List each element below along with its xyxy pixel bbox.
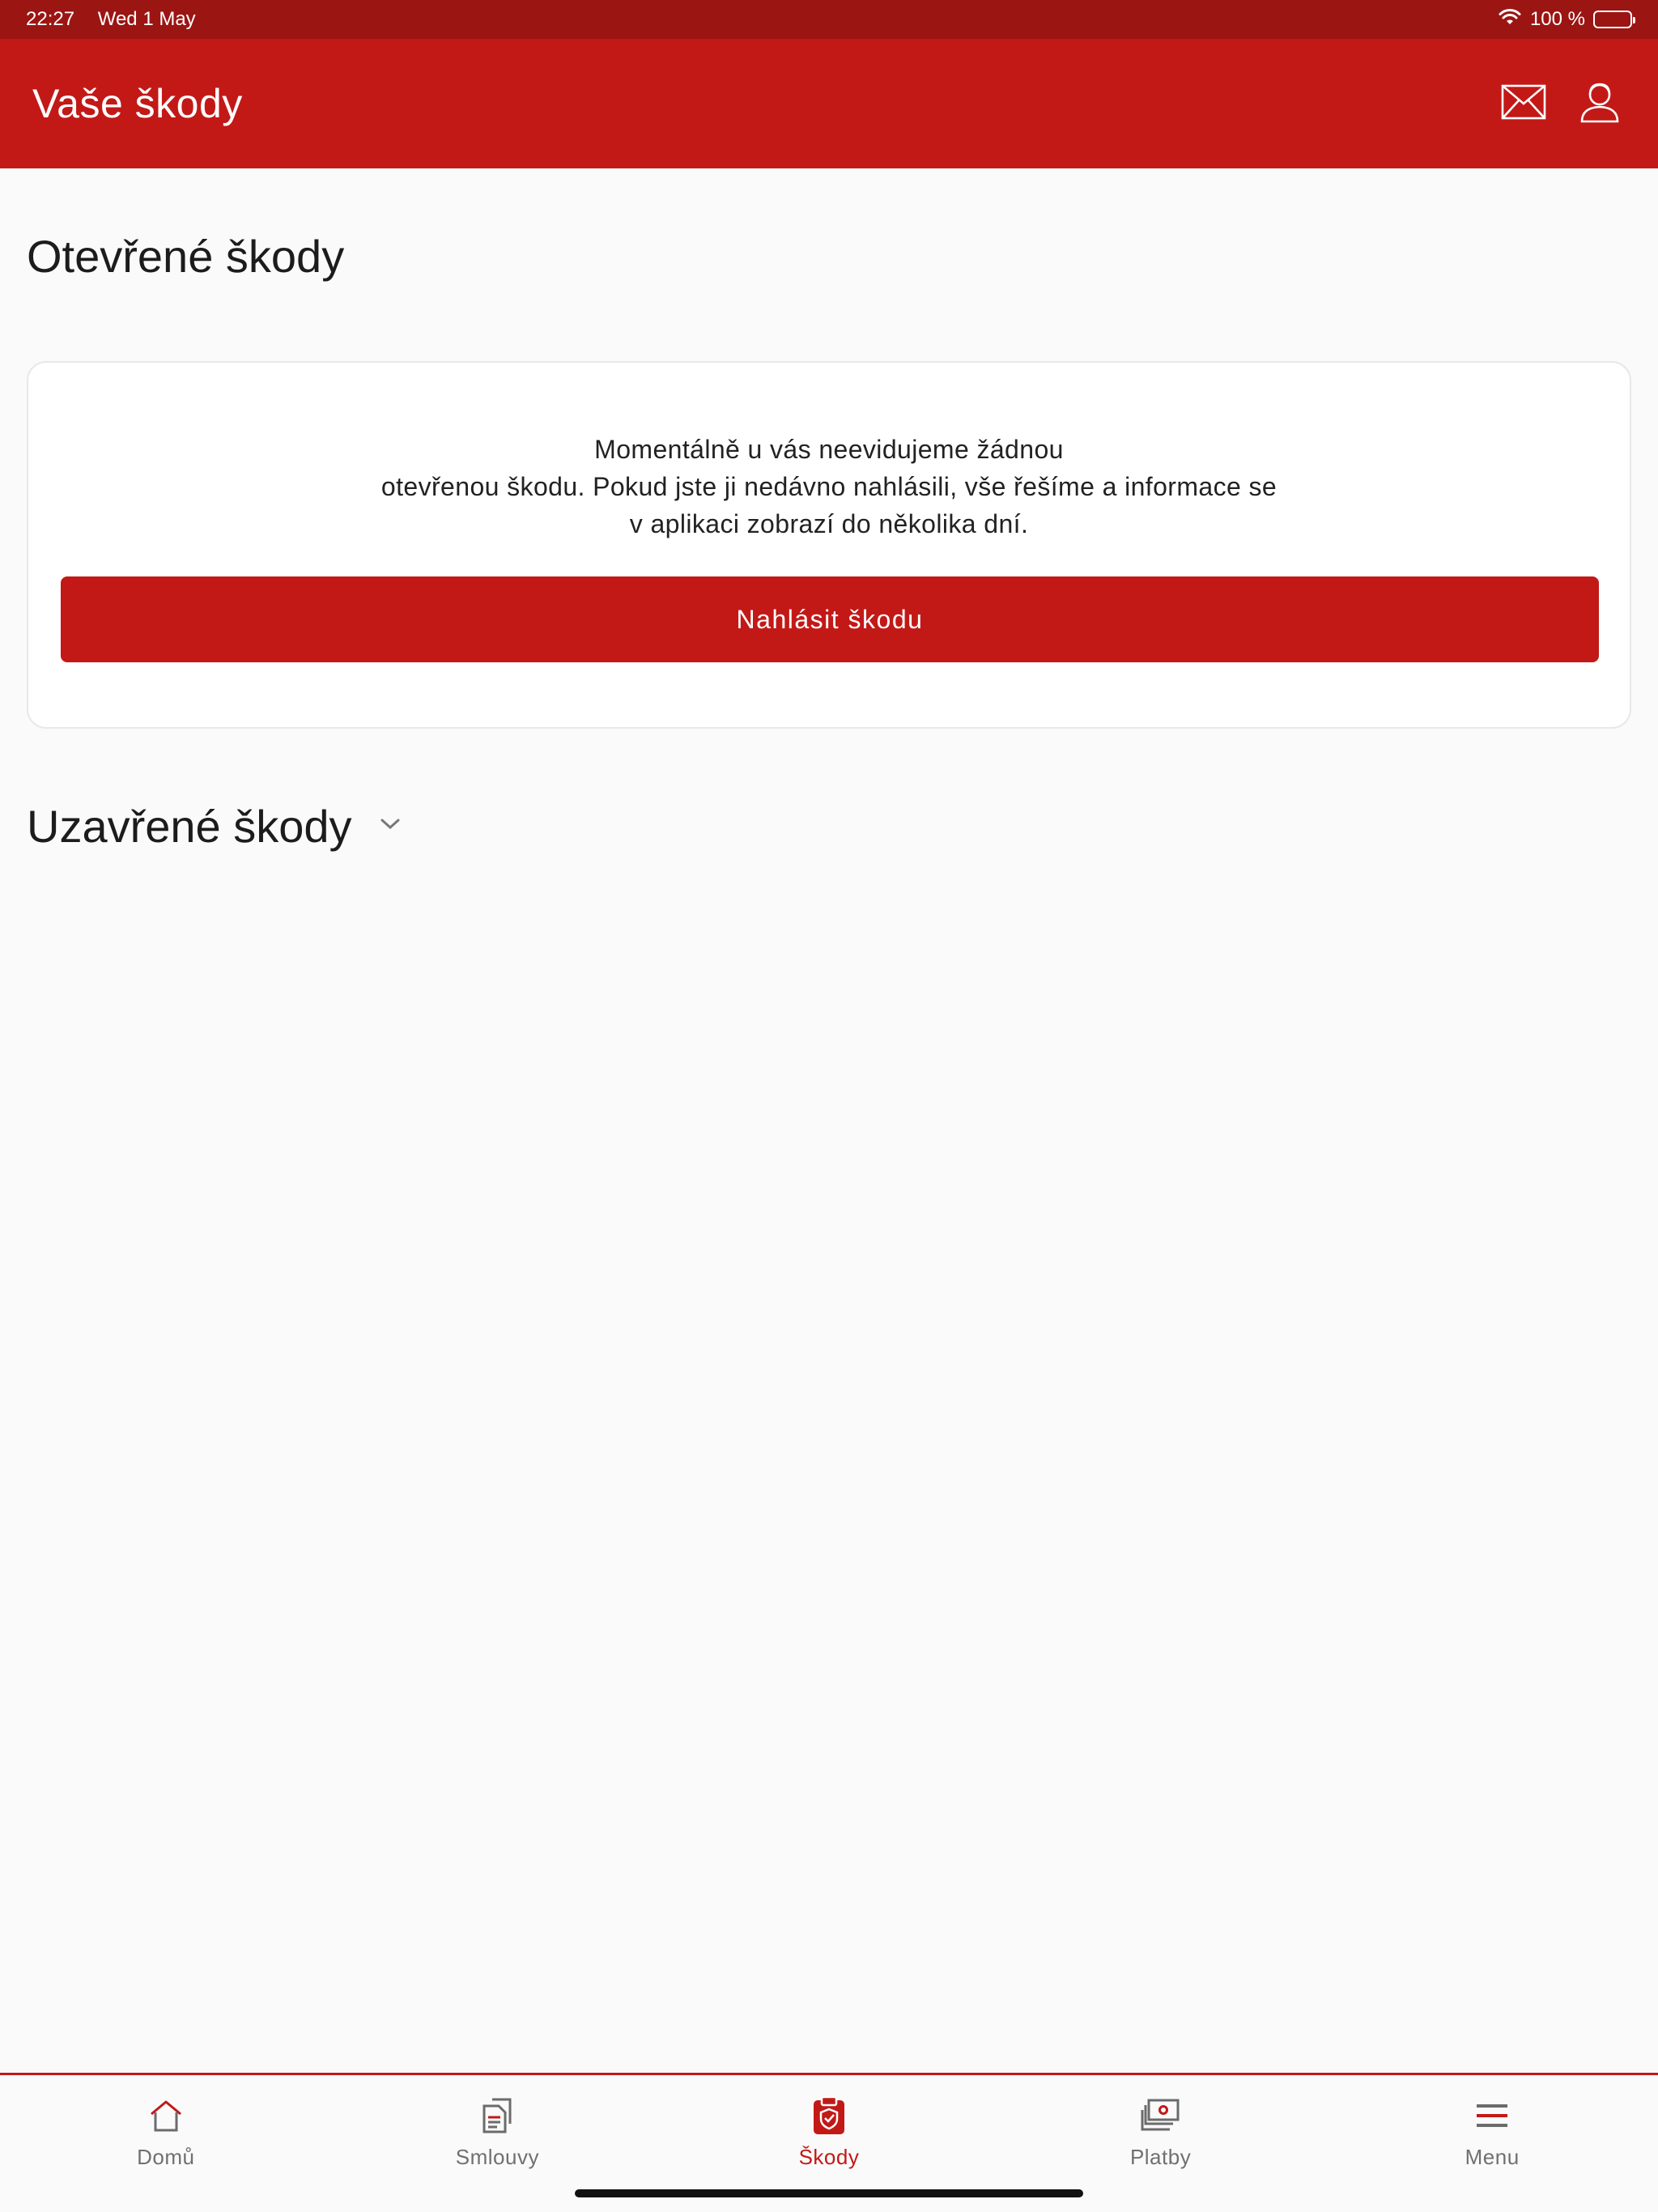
tab-label: Smlouvy: [455, 2145, 539, 2169]
message-line: Momentálně u vás neevidujeme žádnou: [594, 435, 1064, 464]
tab-label: Domů: [137, 2145, 195, 2169]
app-screen: 22:27 Wed 1 May 100 % Vaše škody Otevřen…: [0, 0, 1658, 2212]
user-icon: [1579, 81, 1620, 127]
payments-icon: [1140, 2095, 1182, 2137]
tab-label: Platby: [1129, 2145, 1192, 2169]
battery-icon: [1593, 11, 1635, 28]
tab-home[interactable]: Domů: [0, 2075, 332, 2212]
status-bar: 22:27 Wed 1 May 100 %: [0, 0, 1658, 39]
message-line: otevřenou škodu. Pokud jste ji nedávno n…: [380, 472, 1278, 501]
open-claims-title: Otevřené škody: [27, 231, 345, 282]
header-actions: [1498, 78, 1626, 130]
messages-button[interactable]: [1498, 78, 1550, 130]
status-time: 22:27: [26, 8, 75, 30]
battery-percentage: 100 %: [1529, 8, 1585, 30]
chevron-down-icon: [380, 818, 401, 835]
status-date: Wed 1 May: [97, 8, 196, 30]
tab-menu[interactable]: Menu: [1326, 2075, 1658, 2212]
wifi-icon: [1498, 8, 1522, 32]
status-right: 100 %: [1498, 8, 1635, 32]
home-icon: [145, 2095, 187, 2137]
page-title: Vaše škody: [32, 81, 243, 126]
message-line: v aplikaci zobrazí do několika dní.: [629, 509, 1029, 538]
app-header: Vaše škody: [0, 39, 1658, 168]
tab-label: Škody: [798, 2145, 860, 2169]
menu-icon: [1471, 2095, 1513, 2137]
report-claim-button[interactable]: Nahlásit škodu: [61, 576, 1599, 662]
profile-button[interactable]: [1574, 78, 1626, 130]
claims-clipboard-icon: [808, 2095, 850, 2137]
closed-claims-toggle[interactable]: Uzavřené škody: [27, 800, 401, 853]
no-open-claims-message: Momentálně u vás neevidujeme žádnou otev…: [28, 431, 1630, 542]
closed-claims-title: Uzavřené škody: [27, 801, 352, 852]
status-left: 22:27 Wed 1 May: [26, 8, 214, 31]
home-indicator[interactable]: [575, 2189, 1083, 2197]
tab-label: Menu: [1465, 2145, 1520, 2169]
envelope-icon: [1501, 84, 1546, 124]
documents-icon: [476, 2095, 518, 2137]
open-claims-card: Momentálně u vás neevidujeme žádnou otev…: [27, 361, 1631, 729]
